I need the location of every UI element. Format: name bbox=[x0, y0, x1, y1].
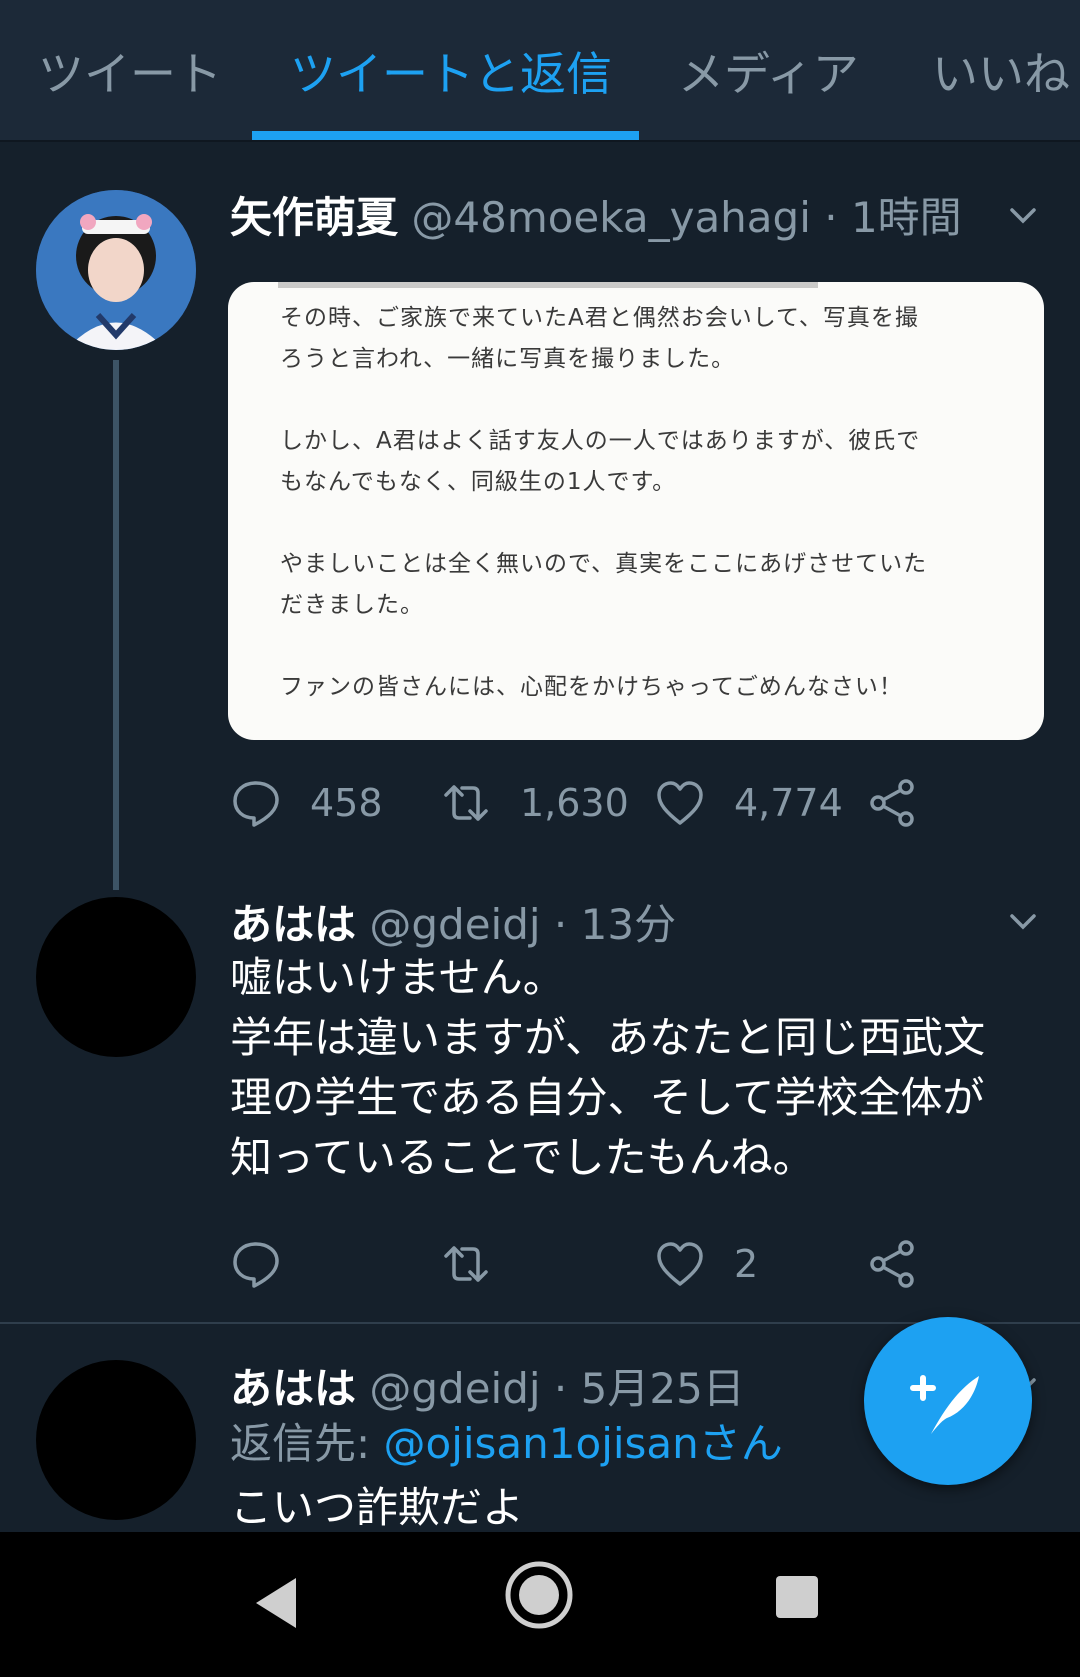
recents-icon[interactable] bbox=[774, 1574, 820, 1620]
share-button[interactable] bbox=[866, 773, 946, 833]
heart-icon bbox=[657, 1242, 703, 1286]
avatar[interactable] bbox=[36, 190, 196, 350]
replying-to-label: 返信先: bbox=[230, 1419, 371, 1468]
reply-button[interactable]: 458 bbox=[230, 773, 383, 833]
timestamp[interactable]: 5月25日 bbox=[581, 1364, 745, 1413]
tweet-header: 矢作萌夏 @48moeka_yahagi · 1時間 bbox=[230, 184, 962, 245]
retweet-button[interactable] bbox=[440, 1234, 520, 1294]
share-icon bbox=[870, 1240, 914, 1288]
display-name[interactable]: あはは bbox=[230, 1364, 356, 1413]
tweet-actions: 458 1,630 4,774 bbox=[230, 773, 1050, 833]
reply-count: 458 bbox=[310, 781, 383, 825]
tweet-text-line: 理の学生である自分、そして学校全体が bbox=[230, 1073, 985, 1122]
replying-to-line: 返信先: @ojisan1ojisanさん bbox=[230, 1414, 870, 1474]
like-count: 2 bbox=[734, 1242, 759, 1286]
separator: · bbox=[824, 193, 838, 242]
heart-icon bbox=[657, 781, 703, 825]
thread-line bbox=[113, 360, 119, 890]
tab-tweets[interactable]: ツイート bbox=[38, 38, 222, 104]
reply-icon bbox=[233, 781, 279, 827]
handle[interactable]: @gdeidj bbox=[369, 1364, 540, 1413]
chevron-down-icon[interactable] bbox=[1008, 906, 1038, 936]
active-tab-indicator bbox=[252, 131, 639, 140]
reply-icon bbox=[233, 1242, 279, 1288]
avatar[interactable] bbox=[36, 897, 196, 1057]
retweet-icon bbox=[444, 1246, 488, 1282]
share-icon bbox=[870, 779, 914, 827]
chevron-down-icon[interactable] bbox=[1008, 200, 1038, 230]
compose-tweet-button[interactable] bbox=[864, 1317, 1032, 1485]
tab-media[interactable]: メディア bbox=[678, 38, 859, 104]
like-button[interactable]: 2 bbox=[654, 1234, 758, 1294]
home-icon[interactable] bbox=[504, 1560, 574, 1630]
avatar[interactable] bbox=[36, 1360, 196, 1520]
reply-button[interactable] bbox=[230, 1234, 310, 1294]
system-nav-bar bbox=[0, 1532, 1080, 1677]
replying-to-mention[interactable]: @ojisan1ojisanさん bbox=[384, 1419, 783, 1468]
tweet-text-line: 知っていることでしたもんね。 bbox=[230, 1133, 815, 1182]
image-text-line: ろうと言われ、一緒に写真を撮りました。 bbox=[280, 346, 736, 372]
image-text-line: やましいことは全く無いので、真実をここにあげさせていた bbox=[280, 551, 928, 577]
image-text-line: その時、ご家族で来ていたA君と偶然お会いして、写真を撮 bbox=[280, 305, 919, 331]
like-button[interactable]: 4,774 bbox=[654, 773, 843, 833]
tab-tweets-and-replies[interactable]: ツイートと返信 bbox=[290, 38, 612, 104]
share-button[interactable] bbox=[866, 1234, 946, 1294]
tweet-text-line: 嘘はいけません。 bbox=[230, 953, 565, 1002]
tweet-header: あはは @gdeidj · 13分 bbox=[230, 891, 676, 952]
separator: · bbox=[553, 1364, 568, 1413]
retweet-count: 1,630 bbox=[520, 781, 629, 825]
back-icon[interactable] bbox=[252, 1574, 300, 1632]
image-text-line: もなんでもなく、同級生の1人です。 bbox=[280, 469, 677, 495]
display-name[interactable]: あはは bbox=[230, 900, 356, 949]
image-text-line: しかし、A君はよく話す友人の一人ではありますが、彼氏で bbox=[280, 428, 921, 454]
image-text-line: ファンの皆さんには、心配をかけちゃってごめんなさい！ bbox=[280, 674, 903, 700]
separator: · bbox=[553, 900, 568, 949]
retweet-button[interactable]: 1,630 bbox=[440, 773, 629, 833]
tweet-image[interactable]: その時、ご家族で来ていたA君と偶然お会いして、写真を撮 ろうと言われ、一緒に写真… bbox=[228, 282, 1044, 740]
tweet-text-line: 学年は違いますが、あなたと同じ西武文 bbox=[230, 1013, 986, 1062]
timestamp[interactable]: 13分 bbox=[581, 900, 676, 949]
tweet-text: こいつ詐欺だよ bbox=[230, 1483, 525, 1532]
image-text-line: だきました。 bbox=[280, 592, 424, 618]
compose-feather-icon bbox=[910, 1375, 979, 1434]
tweet-actions: 2 bbox=[230, 1234, 1050, 1294]
display-name[interactable]: 矢作萌夏 bbox=[230, 193, 398, 242]
tab-likes[interactable]: いいね bbox=[932, 38, 1070, 104]
handle[interactable]: @48moeka_yahagi bbox=[411, 193, 811, 242]
tweet-header: あはは @gdeidj · 5月25日 bbox=[230, 1355, 745, 1416]
profile-tabs: ツイート ツイートと返信 メディア いいね bbox=[0, 0, 1080, 142]
tweet-text: 嘘はいけません。 学年は違いますが、あなたと同じ西武文 理の学生である自分、そし… bbox=[230, 948, 1050, 1188]
handle[interactable]: @gdeidj bbox=[369, 900, 540, 949]
avatar-photo bbox=[36, 190, 196, 350]
retweet-icon bbox=[444, 785, 488, 821]
like-count: 4,774 bbox=[734, 781, 843, 825]
timestamp[interactable]: 1時間 bbox=[851, 193, 962, 242]
